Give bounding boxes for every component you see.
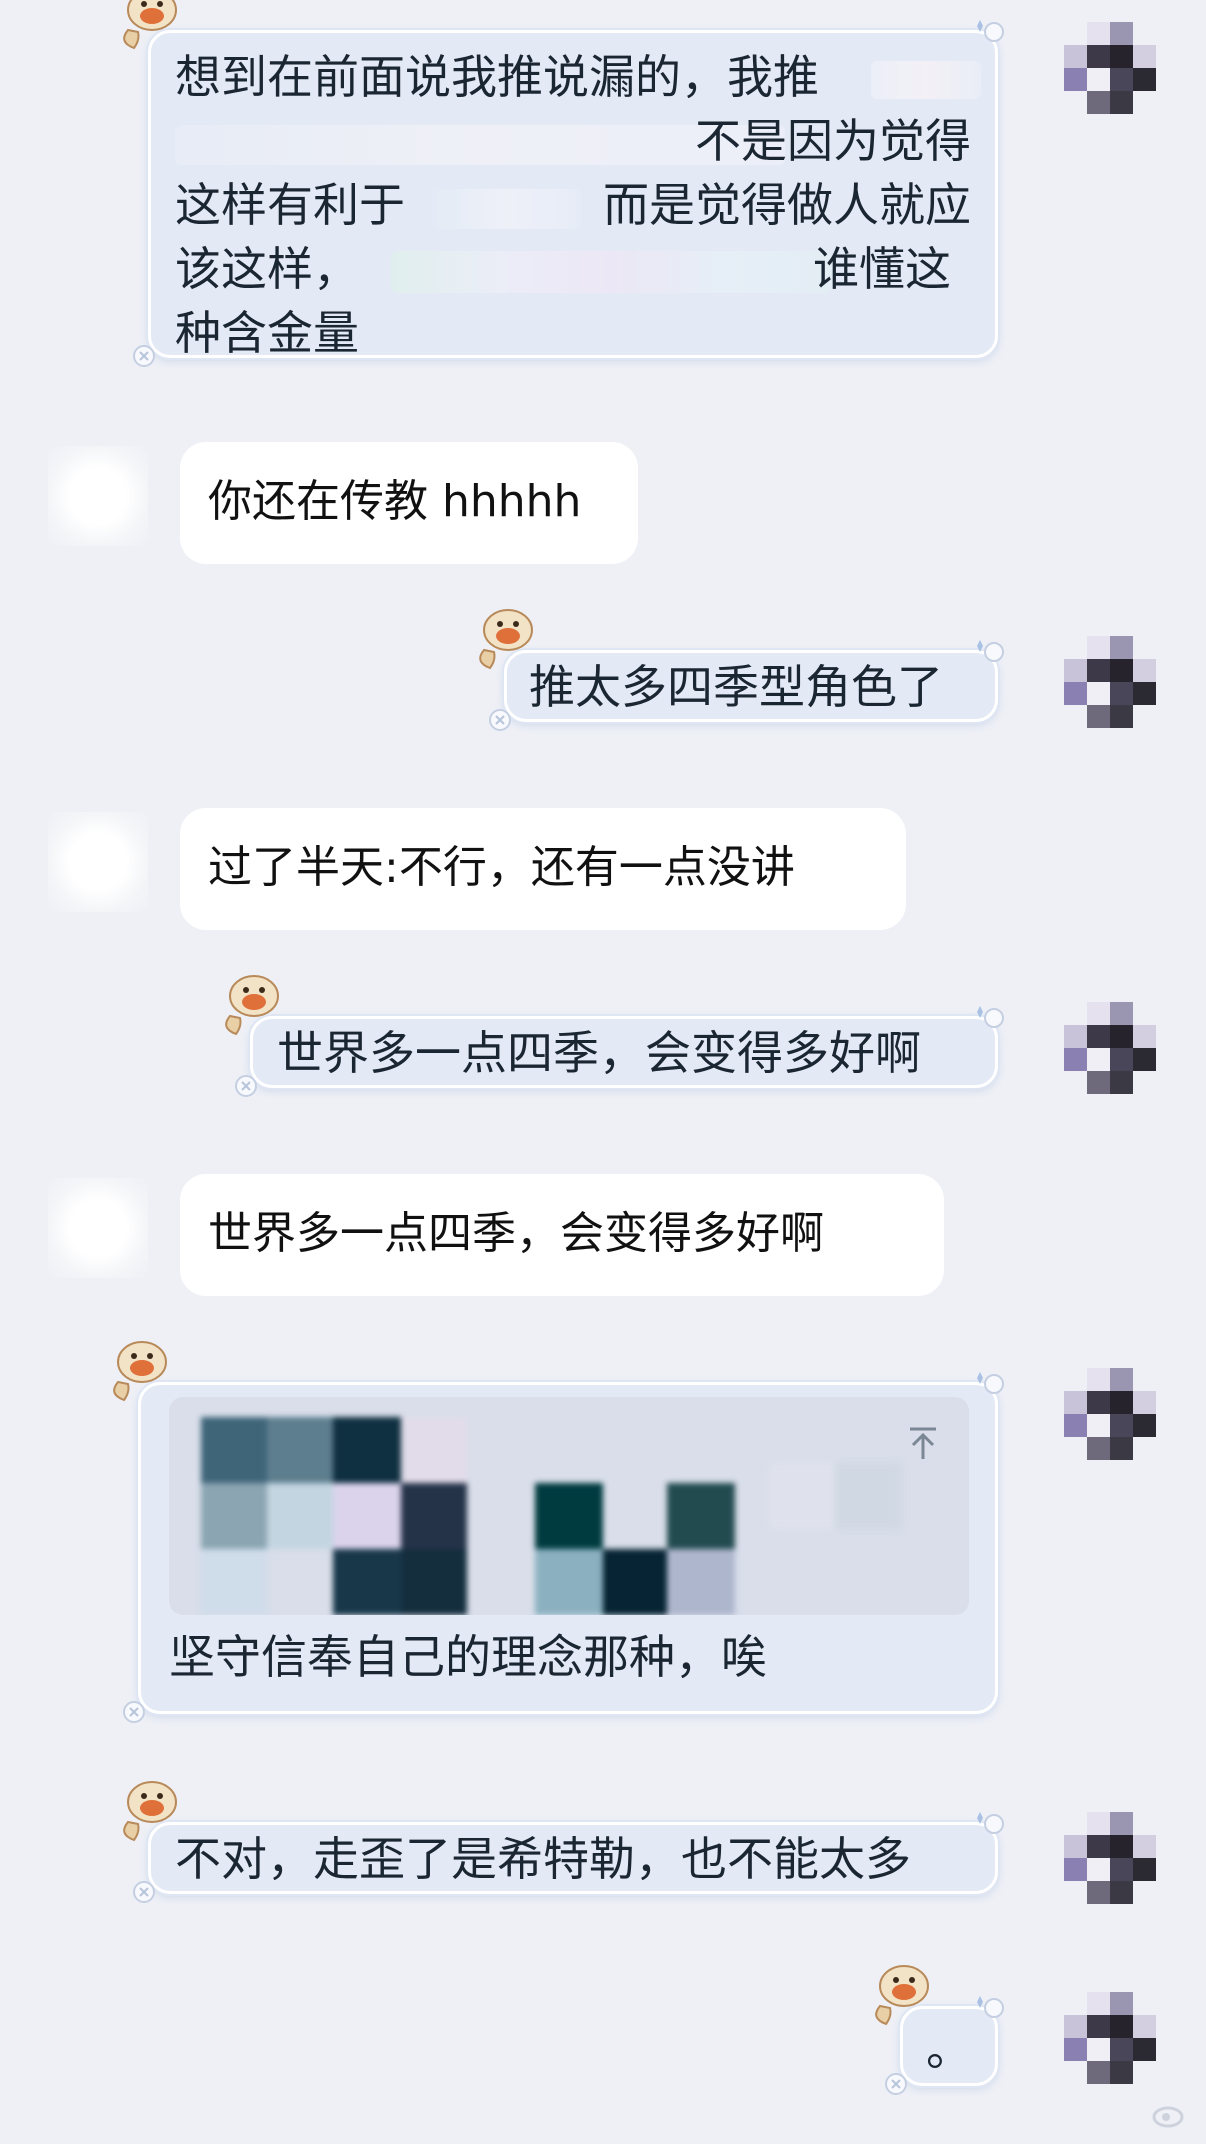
sparkle-icon <box>133 345 155 367</box>
weibo-icon <box>1152 2106 1184 2128</box>
avatar-self[interactable] <box>1064 22 1156 114</box>
quoted-image-card[interactable] <box>169 1397 969 1615</box>
avatar-self[interactable] <box>1064 1002 1156 1094</box>
redacted-text <box>431 189 581 229</box>
sparkle-icon <box>235 1075 257 1097</box>
mascot-icon <box>113 1341 167 1402</box>
chat-bubble-self[interactable]: 推太多四季型角色了 <box>504 650 998 722</box>
chat-bubble-self[interactable]: 不对，走歪了是希特勒，也不能太多 <box>148 1822 998 1894</box>
pixelated-image <box>769 1463 929 1595</box>
avatar-other[interactable] <box>48 1178 148 1278</box>
message-text: 推太多四季型角色了 <box>529 660 943 714</box>
message-line: 想到在前面说我推说漏的，我推 <box>175 50 819 104</box>
chat-bubble-other[interactable]: 世界多一点四季，会变得多好啊 <box>180 1174 944 1296</box>
message-text: 坚守信奉自己的理念那种，唉 <box>169 1630 767 1684</box>
message-text: 你还在传教 hhhhh <box>208 476 582 527</box>
message-line: 该这样， <box>175 242 359 296</box>
sparkle-icon <box>885 2073 907 2095</box>
pin-top-icon[interactable] <box>907 1425 939 1461</box>
sparkle-icon <box>977 20 1004 42</box>
mascot-icon <box>479 609 533 670</box>
message-line: 而是觉得做人就应 <box>603 178 971 232</box>
message-line: 谁懂这 <box>813 242 951 296</box>
avatar-self[interactable] <box>1064 1992 1156 2084</box>
mascot-icon <box>875 1965 929 2026</box>
sparkle-icon <box>977 1372 1004 1394</box>
avatar-self[interactable] <box>1064 1812 1156 1904</box>
chat-bubble-self[interactable]: 坚守信奉自己的理念那种，唉 <box>138 1382 998 1714</box>
message-text: 世界多一点四季，会变得多好啊 <box>208 1208 824 1259</box>
message-line: 这样有利于 <box>175 178 405 232</box>
chat-bubble-other[interactable]: 你还在传教 hhhhh <box>180 442 638 564</box>
redacted-text <box>871 61 981 99</box>
sparkle-icon <box>977 1812 1004 1834</box>
avatar-other[interactable] <box>48 812 148 912</box>
sparkle-icon <box>489 709 511 731</box>
avatar-self[interactable] <box>1064 636 1156 728</box>
redacted-text <box>391 251 831 293</box>
message-text: 不对，走歪了是希特勒，也不能太多 <box>175 1832 911 1886</box>
sparkle-icon <box>977 640 1004 662</box>
chat-bubble-other[interactable]: 过了半天:不行，还有一点没讲 <box>180 808 906 930</box>
chat-bubble-self[interactable]: 世界多一点四季，会变得多好啊 <box>250 1016 998 1088</box>
message-text: 。 <box>926 2022 972 2076</box>
sparkle-icon <box>133 1881 155 1903</box>
message-line: 不是因为觉得 <box>695 114 971 168</box>
mascot-icon <box>123 0 177 50</box>
sparkle-icon <box>123 1701 145 1723</box>
message-text: 过了半天:不行，还有一点没讲 <box>208 842 795 893</box>
chat-bubble-self[interactable]: 想到在前面说我推说漏的，我推 不是因为觉得 这样有利于 而是觉得做人就应 该这样… <box>148 30 998 360</box>
message-line: 种含金量 <box>175 306 359 360</box>
redacted-text <box>175 125 785 165</box>
mascot-icon <box>225 975 279 1036</box>
avatar-other[interactable] <box>48 446 148 546</box>
avatar-self[interactable] <box>1064 1368 1156 1460</box>
message-text: 世界多一点四季，会变得多好啊 <box>277 1026 921 1080</box>
pixelated-image <box>201 1417 741 1615</box>
mascot-icon <box>123 1781 177 1842</box>
sparkle-icon <box>977 1996 1004 2018</box>
watermark <box>1150 2099 1190 2136</box>
sparkle-icon <box>977 1006 1004 1028</box>
